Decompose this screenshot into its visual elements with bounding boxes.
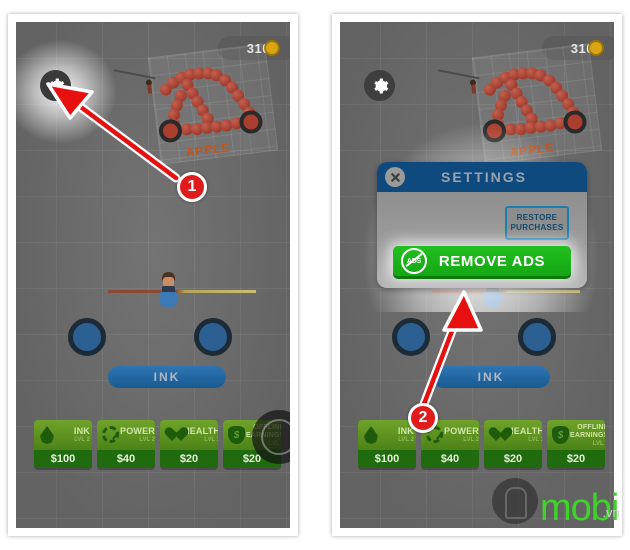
upgrade-price: $100 [34, 450, 92, 468]
upgrade-level: LVL 2 [463, 437, 479, 443]
game-screen-right: 310 [340, 22, 614, 528]
upgrade-price: $100 [358, 450, 416, 468]
watermark: mobi .vn [492, 478, 620, 527]
upgrade-price: $40 [97, 450, 155, 468]
dialog-body: RESTORE PURCHASES ADS REMOVE ADS [377, 192, 587, 288]
watermark-tld: .vn [602, 505, 620, 520]
upgrade-level: LVL 1 [528, 437, 542, 443]
upgrade-name: POWER [444, 426, 479, 436]
player-character [108, 272, 256, 310]
upgrade-level: LVL 2 [139, 437, 155, 443]
upgrade-card-health[interactable]: HEALTH LVL 1 $20 [160, 420, 218, 468]
ink-action-label: INK [477, 370, 505, 384]
upgrade-card-offline-earnings[interactable]: OFFLINE EARNINGS LVL 1 $20 [547, 420, 605, 468]
heart-icon [163, 423, 183, 447]
drawing-canvas: APPLE [437, 43, 603, 165]
step-badge-2: 2 [408, 403, 438, 433]
drawing-canvas: APPLE [113, 43, 279, 165]
upgrade-card-health[interactable]: HEALTH LVL 1 $20 [484, 420, 542, 468]
upgrade-level: LVL 2 [398, 437, 414, 443]
phone-panel-right: 310 [332, 14, 622, 536]
vehicle-wheel-left [68, 318, 106, 356]
upgrade-price: $20 [547, 450, 605, 468]
upgrade-price: $20 [160, 450, 218, 468]
no-ads-icon: ADS [401, 248, 427, 274]
upgrade-card-list: INK LVL 2 $100 POWER LVL 2 $40 HEALTH LV… [34, 420, 282, 468]
dialog-header: SETTINGS [377, 162, 587, 192]
vehicle-wheel-left [392, 318, 430, 356]
settings-button[interactable] [364, 70, 395, 101]
heart-icon [487, 423, 507, 447]
upgrade-level: LVL 1 [592, 440, 605, 447]
step-badge-1: 1 [177, 172, 207, 202]
restore-purchases-button[interactable]: RESTORE PURCHASES [505, 206, 569, 240]
settings-button[interactable] [40, 70, 71, 101]
remove-ads-label: REMOVE ADS [438, 252, 546, 270]
screenshot-stage: 310 [0, 0, 630, 550]
upgrade-price: $40 [421, 450, 479, 468]
upgrade-card-list: INK LVL 2 $100 POWER LVL 2 $40 HEALTH LV… [358, 420, 606, 468]
vehicle-wheel-right [518, 318, 556, 356]
vehicle-wheel-right [194, 318, 232, 356]
upgrade-name: INK [397, 426, 414, 436]
balance-bar [432, 290, 580, 293]
close-x-icon [390, 172, 400, 182]
upgrade-level: LVL 2 [74, 437, 90, 443]
upgrade-card-ink[interactable]: INK LVL 2 $100 [34, 420, 92, 468]
game-screen-left: 310 [16, 22, 290, 528]
ink-action-label: INK [153, 370, 181, 384]
upgrade-card-ink[interactable]: INK LVL 2 $100 [358, 420, 416, 468]
money-bag-icon [226, 423, 246, 447]
upgrade-level: LVL 1 [204, 437, 218, 443]
remove-ads-button[interactable]: ADS REMOVE ADS [393, 246, 571, 276]
settings-dialog: SETTINGS RESTORE PURCHASES ADS REMOVE AD… [377, 162, 587, 288]
gold-coin-icon [588, 40, 604, 56]
close-button[interactable] [385, 167, 405, 187]
upgrade-name: POWER [120, 426, 155, 436]
stick-figure [469, 79, 479, 94]
gold-coin-icon [264, 40, 280, 56]
money-bag-icon [550, 423, 570, 447]
upgrade-name: INK [73, 426, 90, 436]
ink-action-button[interactable]: INK [108, 366, 226, 388]
gauge-icon [100, 423, 120, 447]
upgrade-card-power[interactable]: POWER LVL 2 $40 [97, 420, 155, 468]
ink-action-button[interactable]: INK [432, 366, 550, 388]
upgrade-price: $20 [484, 450, 542, 468]
dialog-title: SETTINGS [440, 169, 527, 185]
gear-icon [49, 78, 64, 93]
restore-label-line2: PURCHASES [510, 223, 564, 232]
upgrade-name-line2: EARNINGS [570, 431, 605, 439]
ink-drop-icon [361, 423, 381, 447]
gear-icon [373, 78, 388, 93]
restore-label-line1: RESTORE [516, 213, 558, 222]
phone-panel-left: 310 [8, 14, 298, 536]
balance-bar [108, 290, 256, 293]
stick-figure [145, 79, 155, 94]
ink-drop-icon [37, 423, 57, 447]
overlay-inner-ring [261, 419, 290, 455]
watermark-logo-icon [492, 478, 538, 524]
upgrade-name-line1: OFFLINE [577, 423, 605, 431]
